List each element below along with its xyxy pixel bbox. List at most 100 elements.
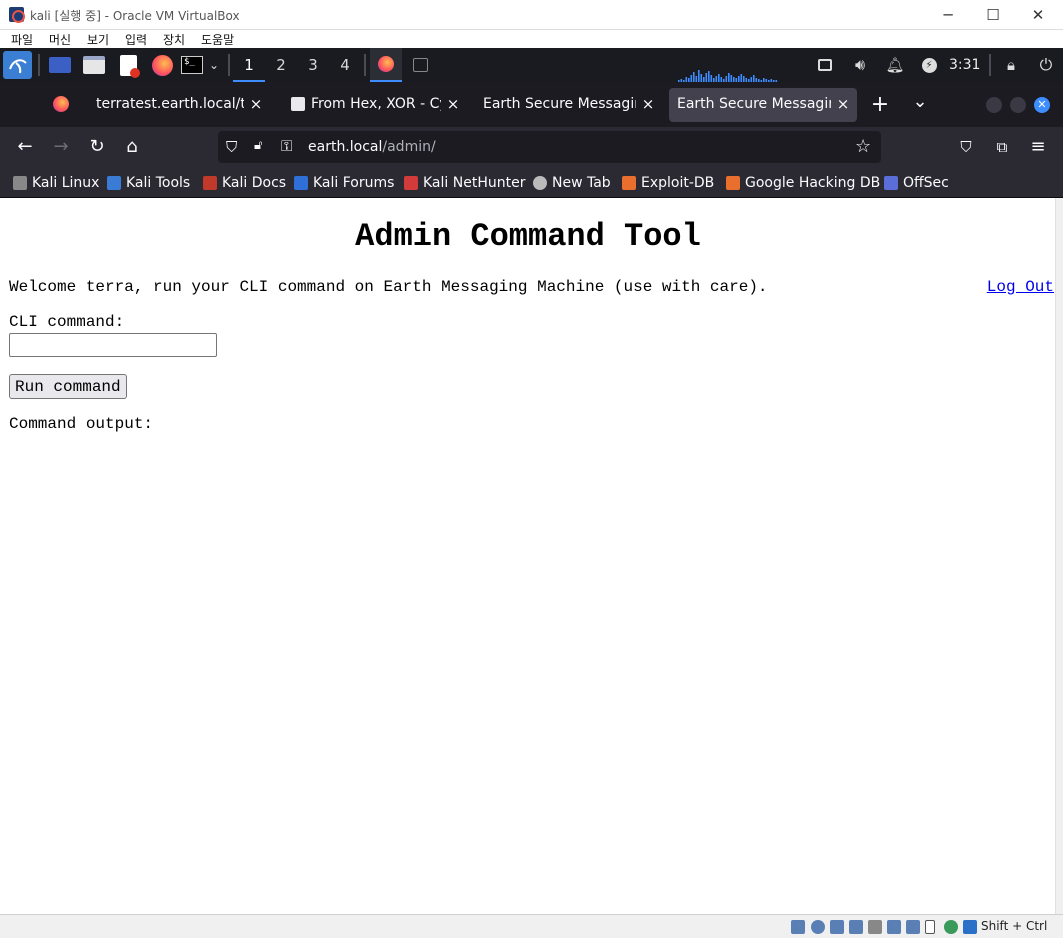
- bookmark-new-tab[interactable]: New Tab: [533, 174, 611, 192]
- cpu-graph-bar: [753, 75, 755, 82]
- kali-top-panel: $_ ⌄ 1 2 3 4 🔊︎ 🔔︎ ⚡︎ 3:31 🔒︎ ⏻: [0, 48, 1063, 82]
- close-window-button[interactable]: ✕: [1027, 4, 1049, 26]
- kali-tools-icon: [107, 176, 121, 190]
- workspace-4[interactable]: 4: [329, 48, 361, 82]
- lock-screen-icon[interactable]: 🔒︎: [1001, 52, 1021, 78]
- forward-button[interactable]: →: [49, 135, 73, 159]
- command-output-label: Command output:: [9, 415, 154, 433]
- power-manager-icon[interactable]: ⚡︎: [919, 52, 939, 78]
- window-minimize-button[interactable]: [986, 97, 1002, 113]
- chevron-down-icon[interactable]: ⌄: [206, 52, 222, 78]
- firefox-window-button[interactable]: [370, 48, 402, 82]
- host-key-label: Shift + Ctrl: [981, 919, 1048, 933]
- cpu-graph-bar: [710, 75, 713, 82]
- network-adapter-icon[interactable]: [849, 920, 863, 934]
- bookmark-exploit-db[interactable]: Exploit-DB: [622, 174, 714, 192]
- mouse-integration-icon[interactable]: [963, 920, 977, 934]
- logout-link[interactable]: Log Out: [987, 278, 1054, 296]
- logout-power-icon[interactable]: ⏻: [1035, 52, 1057, 78]
- bookmark-kali-nethunter[interactable]: Kali NetHunter: [404, 174, 525, 192]
- tab-close-icon[interactable]: ×: [248, 94, 264, 114]
- virtualbox-menu-bar: 파일 머신 보기 입력 장치 도움말: [0, 30, 1063, 48]
- maximize-button[interactable]: ☐: [982, 4, 1004, 26]
- home-button[interactable]: ⌂: [120, 135, 144, 159]
- virtualbox-status-bar: Shift + Ctrl: [0, 914, 1063, 938]
- cpu-graph-bar: [698, 70, 700, 82]
- cli-command-input[interactable]: [9, 333, 217, 357]
- cpu-graph-bar: [693, 72, 695, 82]
- insecure-lock-icon[interactable]: 🔓︎: [254, 137, 268, 155]
- firefox-nav-bar: ← → ↻ ⌂ ⛉ 🔓︎ ⚿ earth.local/admin/ ☆ ⛉ ⧉ …: [0, 127, 1063, 167]
- window-title: kali [실행 중] - Oracle VM VirtualBox: [30, 9, 240, 23]
- volume-icon[interactable]: 🔊︎: [850, 52, 870, 78]
- menu-view[interactable]: 보기: [87, 31, 109, 48]
- workspace-3[interactable]: 3: [297, 48, 329, 82]
- tab-earth-messaging-2[interactable]: Earth Secure Messaging ×: [669, 88, 857, 122]
- firefox-launcher-icon[interactable]: [150, 52, 174, 78]
- menu-machine[interactable]: 머신: [49, 31, 71, 48]
- run-command-button[interactable]: Run command: [9, 374, 127, 399]
- tab-cyberchef[interactable]: From Hex, XOR - CyberChef ×: [283, 88, 467, 122]
- window-right-edge: [1055, 198, 1063, 914]
- cpu-graph-bar: [730, 75, 733, 82]
- window-maximize-button[interactable]: [1010, 97, 1026, 113]
- bookmark-star-icon[interactable]: ☆: [855, 136, 871, 157]
- minimize-button[interactable]: ─: [937, 4, 959, 26]
- bookmark-kali-forums[interactable]: Kali Forums: [294, 174, 394, 192]
- cpu-activity-icon[interactable]: [944, 920, 958, 934]
- display-icon[interactable]: [906, 920, 920, 934]
- tab-label: Earth Secure Messaging: [677, 96, 831, 112]
- terminal-launcher-icon[interactable]: $_: [180, 52, 204, 78]
- bookmark-kali-linux[interactable]: Kali Linux: [13, 174, 99, 192]
- menu-help[interactable]: 도움말: [201, 31, 234, 48]
- menu-file[interactable]: 파일: [11, 31, 33, 48]
- kali-menu-icon[interactable]: [3, 51, 32, 79]
- page-content: Admin Command Tool Welcome terra, run yo…: [1, 198, 1055, 914]
- workspace-1[interactable]: 1: [233, 48, 265, 82]
- bookmark-google-hacking-db[interactable]: Google Hacking DB: [726, 174, 880, 192]
- optical-drive-icon[interactable]: [811, 920, 825, 934]
- hard-disk-icon[interactable]: [791, 920, 805, 934]
- terminal-window-button[interactable]: [408, 52, 432, 78]
- tracking-protection-icon[interactable]: ⛉: [226, 138, 242, 156]
- audio-icon[interactable]: [830, 920, 844, 934]
- tab-earth-messaging-1[interactable]: Earth Secure Messaging ×: [475, 88, 662, 122]
- new-tab-button[interactable]: +: [869, 93, 891, 117]
- url-text[interactable]: earth.local/admin/: [308, 139, 436, 155]
- tab-label: From Hex, XOR - CyberChef: [311, 96, 441, 112]
- tab-close-icon[interactable]: ×: [835, 94, 851, 114]
- recording-icon[interactable]: [925, 920, 935, 934]
- window-close-button[interactable]: ✕: [1034, 97, 1050, 113]
- pocket-icon[interactable]: ⛉: [954, 135, 978, 159]
- tab-label: Earth Secure Messaging: [483, 96, 636, 112]
- text-editor-icon[interactable]: [116, 52, 140, 78]
- workspace-2[interactable]: 2: [265, 48, 297, 82]
- usb-icon[interactable]: [868, 920, 882, 934]
- cpu-graph-bar: [705, 73, 708, 82]
- offsec-icon: [884, 176, 898, 190]
- bookmark-offsec[interactable]: OffSec: [884, 174, 949, 192]
- network-icon[interactable]: [815, 52, 835, 78]
- firefox-view-icon[interactable]: [53, 96, 69, 112]
- bookmark-kali-docs[interactable]: Kali Docs: [203, 174, 286, 192]
- key-icon[interactable]: ⚿: [281, 137, 299, 155]
- menu-devices[interactable]: 장치: [163, 31, 185, 48]
- reload-button[interactable]: ↻: [85, 135, 109, 159]
- menu-input[interactable]: 입력: [125, 31, 147, 48]
- cpu-graph-bar: [740, 74, 743, 82]
- extensions-icon[interactable]: ⧉: [990, 135, 1014, 159]
- bookmark-kali-tools[interactable]: Kali Tools: [107, 174, 190, 192]
- show-desktop-icon[interactable]: [48, 52, 72, 78]
- tab-close-icon[interactable]: ×: [445, 94, 461, 114]
- tab-list-button[interactable]: ⌄: [909, 91, 931, 115]
- shared-folders-icon[interactable]: [887, 920, 901, 934]
- notifications-icon[interactable]: 🔔︎: [885, 52, 905, 78]
- url-path: /admin/: [382, 139, 436, 155]
- url-bar[interactable]: ⛉ 🔓︎ ⚿ earth.local/admin/ ☆: [218, 131, 881, 163]
- panel-clock[interactable]: 3:31: [949, 48, 980, 82]
- file-manager-icon[interactable]: [82, 52, 106, 78]
- tab-testingnotes[interactable]: terratest.earth.local/testingnotes.txt ×: [88, 88, 270, 122]
- tab-close-icon[interactable]: ×: [640, 94, 656, 114]
- back-button[interactable]: ←: [13, 135, 37, 159]
- app-menu-button[interactable]: ≡: [1026, 135, 1050, 159]
